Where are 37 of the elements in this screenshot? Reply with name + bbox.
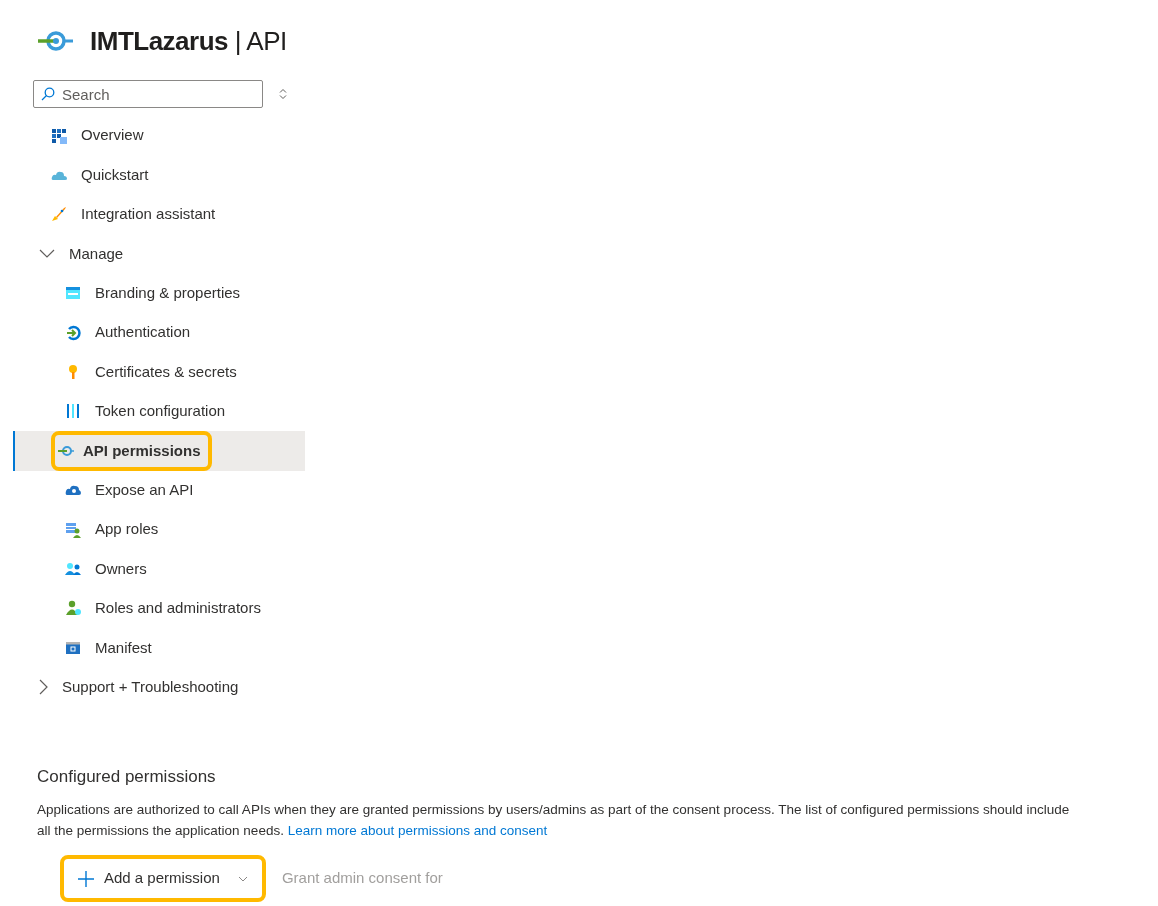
grid-person-icon [65,521,83,538]
nav-group[interactable]: Manage [1,234,305,274]
section-description: Applications are authorized to call APIs when they are granted permissions by users/admins as part of the consent process. The list of configured permissions should include all the permissions the application needs. Learn more about permissions and consent [37,801,1071,841]
learn-more-link[interactable]: Learn more about permissions and consent [287,823,548,839]
people-icon [65,561,83,577]
chevron-right-icon [39,679,48,696]
nav-item[interactable]: Owners [13,549,305,589]
nav-item[interactable]: Overview [13,116,305,156]
nav-item[interactable]: Branding & properties [13,273,305,313]
nav-item[interactable]: Expose an API [13,470,305,510]
window-icon [65,285,83,302]
nav-item[interactable]: Integration assistant [13,194,305,235]
plus-icon [78,870,94,887]
arrow-circle-icon [65,324,83,341]
window-icon [65,639,83,656]
nav-item[interactable]: Authentication [13,312,305,353]
search-field[interactable]: Search [33,80,263,108]
api-icon [36,30,74,52]
grid-icon [51,127,69,144]
nav-item[interactable]: Token configuration [13,391,305,432]
nav-group[interactable]: Support + Troubleshooting [1,667,305,707]
nav-item[interactable]: Certificates & secrets [13,352,305,392]
search-icon [41,87,55,101]
nav-item[interactable]: Manifest [13,628,305,668]
chevron-down-icon [39,249,55,259]
nav-item-row[interactable]: API permissions [13,431,305,471]
person-icon [65,600,83,617]
collapse-icon[interactable] [279,88,287,100]
nav-item[interactable]: App roles [13,509,305,550]
caret-icon [237,875,248,882]
page-title: IMTLazarus | API [90,25,287,56]
add-permission-button[interactable]: Add a permission [60,855,266,902]
rocket-icon [51,206,69,223]
nav-item[interactable]: Roles and administrators [13,588,305,629]
nav-item[interactable]: Quickstart [13,155,305,195]
section-heading: Configured permissions [37,766,217,788]
nav-item-label: API permissions [83,440,201,461]
